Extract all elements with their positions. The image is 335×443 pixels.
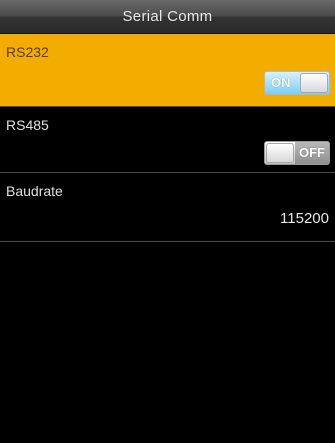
rs232-toggle-state: ON (271, 75, 291, 90)
device-screen: Serial Comm RS232 ON RS485 OFF Baudrate … (0, 0, 335, 443)
title-bar: Serial Comm (0, 0, 335, 34)
toggle-knob-icon (266, 143, 294, 163)
baudrate-value: 115200 (280, 210, 329, 227)
setting-label-baudrate: Baudrate (6, 183, 63, 199)
setting-label-rs485: RS485 (6, 117, 49, 133)
rs485-toggle-state: OFF (299, 145, 325, 160)
rs485-toggle[interactable]: OFF (264, 141, 330, 165)
setting-label-rs232: RS232 (6, 44, 49, 60)
toggle-knob-icon (300, 73, 328, 93)
page-title: Serial Comm (122, 8, 213, 25)
setting-row-rs232[interactable]: RS232 ON (0, 34, 335, 107)
setting-row-rs485[interactable]: RS485 OFF (0, 107, 335, 173)
rs232-toggle[interactable]: ON (264, 71, 330, 95)
setting-row-baudrate[interactable]: Baudrate 115200 (0, 173, 335, 242)
